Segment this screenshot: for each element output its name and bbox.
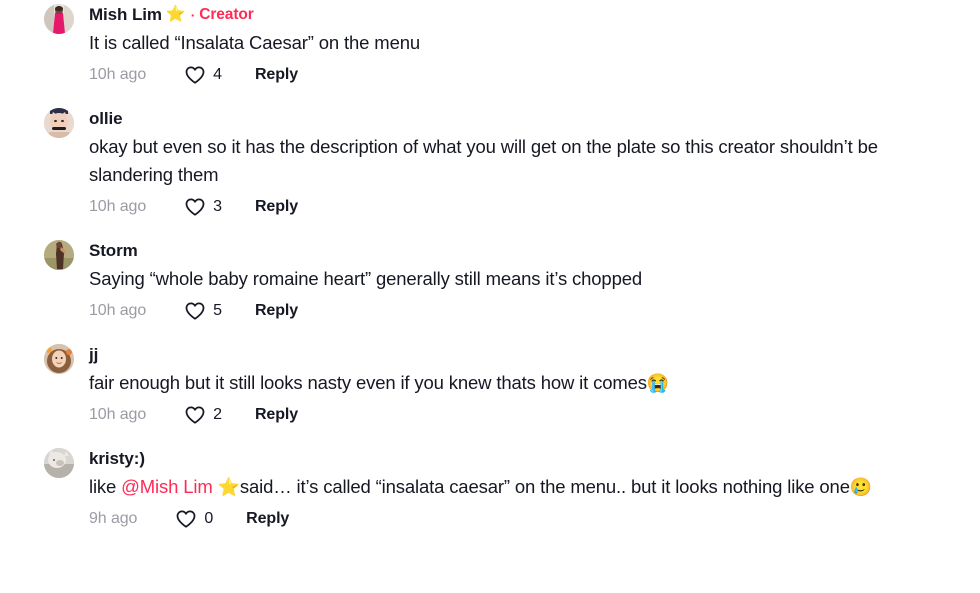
heart-outline-icon[interactable] bbox=[184, 196, 206, 218]
inline-emoji-icon: ⭐ bbox=[217, 477, 240, 497]
comment-text-run: fair enough but it still looks nasty eve… bbox=[89, 372, 647, 393]
comment-text: It is called “Insalata Caesar” on the me… bbox=[89, 29, 966, 57]
comment-timestamp: 10h ago bbox=[89, 302, 147, 319]
comment-author-name[interactable]: Mish Lim bbox=[89, 2, 162, 28]
avatar-kristy[interactable] bbox=[44, 448, 74, 478]
comment-timestamp: 9h ago bbox=[89, 510, 138, 527]
avatar-image bbox=[44, 4, 74, 34]
heart-outline-icon[interactable] bbox=[184, 64, 206, 86]
avatar-image bbox=[44, 344, 74, 374]
badge-separator: · bbox=[190, 7, 196, 23]
creator-badge: Creator bbox=[199, 6, 254, 23]
comment-text-run: said… it’s called “insalata caesar” on t… bbox=[239, 476, 850, 497]
comment-item: jj fair enough but it still looks nasty e… bbox=[0, 324, 980, 428]
like-count: 3 bbox=[213, 198, 222, 215]
comment-timestamp: 10h ago bbox=[89, 198, 147, 215]
heart-outline-icon[interactable] bbox=[175, 508, 197, 530]
like-count: 5 bbox=[213, 302, 222, 319]
reply-button[interactable]: Reply bbox=[255, 66, 298, 84]
like-button[interactable]: 2 bbox=[184, 404, 222, 426]
avatar-image bbox=[44, 448, 74, 478]
comment-meta-row: 10h ago 3 Reply bbox=[89, 194, 966, 220]
avatar-mish-lim[interactable] bbox=[44, 4, 74, 34]
comment-body: jj fair enough but it still looks nasty e… bbox=[89, 342, 966, 428]
like-button[interactable]: 3 bbox=[184, 196, 222, 218]
avatar-image bbox=[44, 240, 74, 270]
comment-item: ollie okay but even so it has the descrip… bbox=[0, 88, 980, 220]
like-button[interactable]: 0 bbox=[175, 508, 213, 530]
comment-text: Saying “whole baby romaine heart” genera… bbox=[89, 265, 966, 293]
comment-author-name[interactable]: ollie bbox=[89, 106, 123, 132]
comment-author-line: Storm bbox=[89, 238, 966, 264]
comment-author-name[interactable]: jj bbox=[89, 342, 98, 368]
reply-button[interactable]: Reply bbox=[246, 510, 289, 528]
reply-button[interactable]: Reply bbox=[255, 302, 298, 320]
comment-text-run: Saying “whole baby romaine heart” genera… bbox=[89, 268, 642, 289]
reply-button[interactable]: Reply bbox=[255, 198, 298, 216]
comment-meta-row: 10h ago 5 Reply bbox=[89, 298, 966, 324]
comment-text: okay but even so it has the description … bbox=[89, 133, 966, 189]
like-count: 2 bbox=[213, 406, 222, 423]
comment-text: fair enough but it still looks nasty eve… bbox=[89, 369, 966, 397]
avatar-jj[interactable] bbox=[44, 344, 74, 374]
comment-author-line: ollie bbox=[89, 106, 966, 132]
reply-button[interactable]: Reply bbox=[255, 406, 298, 424]
comment-meta-row: 9h ago 0 Reply bbox=[89, 506, 966, 532]
like-button[interactable]: 4 bbox=[184, 64, 222, 86]
comment-item: kristy:) like @Mish Lim ⭐said… it’s calle… bbox=[0, 428, 980, 532]
like-count: 0 bbox=[204, 510, 214, 527]
comment-item: Storm Saying “whole baby romaine heart” g… bbox=[0, 220, 980, 324]
inline-emoji-icon: 😭 bbox=[646, 373, 670, 393]
like-button[interactable]: 5 bbox=[184, 300, 222, 322]
comment-meta-row: 10h ago 4 Reply bbox=[89, 62, 966, 88]
comment-body: kristy:) like @Mish Lim ⭐said… it’s calle… bbox=[89, 446, 966, 532]
comment-body: Mish Lim ⭐ · Creator It is called “Insalata … bbox=[89, 2, 966, 88]
comment-text-run: okay but even so it has the description … bbox=[89, 136, 878, 185]
comment-text: like @Mish Lim ⭐said… it’s called “insal… bbox=[89, 473, 966, 501]
comment-author-line: Mish Lim ⭐ · Creator bbox=[89, 2, 966, 28]
heart-outline-icon[interactable] bbox=[184, 300, 206, 322]
user-mention[interactable]: @Mish Lim bbox=[121, 476, 213, 497]
comment-list: Mish Lim ⭐ · Creator It is called “Insalata … bbox=[0, 0, 980, 532]
heart-outline-icon[interactable] bbox=[184, 404, 206, 426]
avatar-ollie[interactable] bbox=[44, 108, 74, 138]
avatar-storm[interactable] bbox=[44, 240, 74, 270]
comment-body: ollie okay but even so it has the descrip… bbox=[89, 106, 966, 220]
inline-emoji-icon: 🥲 bbox=[849, 477, 873, 497]
comment-author-line: jj bbox=[89, 342, 966, 368]
star-emoji-icon: ⭐ bbox=[165, 6, 186, 23]
comment-text-run: like bbox=[89, 476, 122, 497]
comment-timestamp: 10h ago bbox=[89, 406, 147, 423]
comment-author-line: kristy:) bbox=[89, 446, 966, 472]
comment-author-name[interactable]: kristy:) bbox=[89, 446, 145, 472]
comment-timestamp: 10h ago bbox=[89, 66, 147, 83]
comment-item: Mish Lim ⭐ · Creator It is called “Insalata … bbox=[0, 0, 980, 88]
like-count: 4 bbox=[213, 66, 222, 83]
avatar-image bbox=[44, 108, 74, 138]
comment-text-run: It is called “Insalata Caesar” on the me… bbox=[89, 32, 420, 53]
comment-author-name[interactable]: Storm bbox=[89, 238, 138, 264]
comment-body: Storm Saying “whole baby romaine heart” g… bbox=[89, 238, 966, 324]
comment-meta-row: 10h ago 2 Reply bbox=[89, 402, 966, 428]
